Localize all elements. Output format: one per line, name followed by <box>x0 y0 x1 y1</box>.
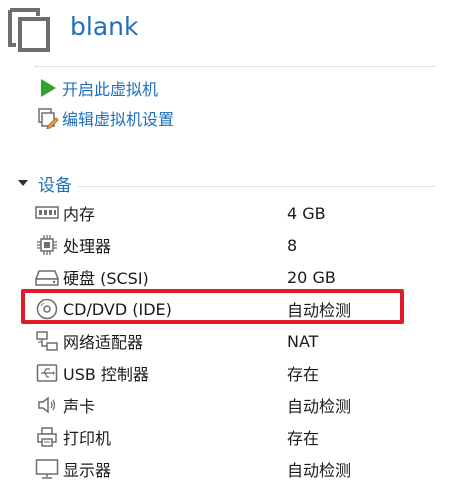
device-value: 存在 <box>287 429 320 448</box>
device-row-usb-controller[interactable]: USB 控制器 存在 <box>34 358 414 388</box>
hard-disk-icon <box>34 264 60 290</box>
display-icon <box>34 456 60 482</box>
vm-header: blank <box>0 0 449 58</box>
device-row-hard-disk[interactable]: 硬盘 (SCSI) 20 GB <box>34 262 414 292</box>
edit-settings-icon <box>36 106 60 130</box>
device-name: 声卡 <box>63 397 96 416</box>
device-name: CD/DVD (IDE) <box>63 299 172 319</box>
device-name: 网络适配器 <box>63 333 144 352</box>
processor-icon <box>34 232 60 258</box>
devices-section-header[interactable]: 设备 <box>16 170 436 196</box>
device-value: 4 GB <box>287 203 326 223</box>
device-name: 打印机 <box>63 429 112 448</box>
edit-settings-action[interactable]: 编辑虚拟机设置 <box>36 106 174 130</box>
power-on-action[interactable]: 开启此虚拟机 <box>36 76 158 100</box>
device-row-display[interactable]: 显示器 自动检测 <box>34 454 414 484</box>
device-value: 存在 <box>287 365 320 384</box>
device-value: 自动检测 <box>287 397 352 416</box>
usb-icon <box>34 360 60 386</box>
device-value: 自动检测 <box>287 461 352 480</box>
device-name: USB 控制器 <box>63 365 149 384</box>
device-row-network-adapter[interactable]: 网络适配器 NAT <box>34 326 414 356</box>
device-value: NAT <box>287 331 319 351</box>
device-name: 内存 <box>63 205 96 224</box>
device-row-sound-card[interactable]: 声卡 自动检测 <box>34 390 414 420</box>
power-on-label: 开启此虚拟机 <box>62 80 159 99</box>
device-value: 自动检测 <box>287 301 352 320</box>
device-name: 显示器 <box>63 461 112 480</box>
vm-title: blank <box>70 12 139 41</box>
printer-icon <box>34 424 60 450</box>
device-name: 处理器 <box>63 237 112 256</box>
network-adapter-icon <box>34 328 60 354</box>
play-icon <box>36 76 60 100</box>
speaker-icon <box>34 392 60 418</box>
devices-section-label: 设备 <box>38 175 72 196</box>
section-divider <box>78 185 436 187</box>
device-row-memory[interactable]: 内存 4 GB <box>34 198 414 228</box>
device-value: 20 GB <box>287 267 336 287</box>
device-name: 硬盘 (SCSI) <box>63 269 149 288</box>
device-row-printer[interactable]: 打印机 存在 <box>34 422 414 452</box>
device-value: 8 <box>287 235 298 255</box>
edit-settings-label: 编辑虚拟机设置 <box>62 110 175 129</box>
vm-window-icon <box>7 7 51 53</box>
chevron-down-icon <box>16 176 30 190</box>
memory-icon <box>34 200 60 226</box>
device-row-cd-dvd[interactable]: CD/DVD (IDE) 自动检测 <box>34 294 414 324</box>
cd-dvd-icon <box>34 296 60 322</box>
device-row-processor[interactable]: 处理器 8 <box>34 230 414 260</box>
header-divider <box>35 66 435 67</box>
